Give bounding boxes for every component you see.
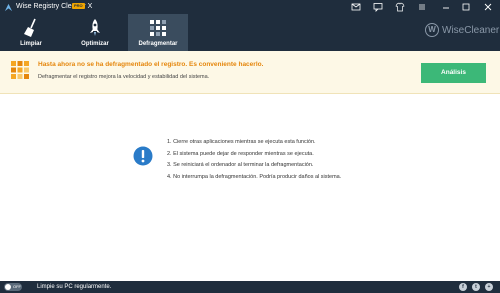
tab-limpiar-label: Limpiar [20, 41, 42, 47]
maximize-button[interactable] [460, 2, 472, 12]
google-plus-icon[interactable]: + [485, 283, 493, 291]
tab-limpiar[interactable]: Limpiar [0, 14, 62, 51]
app-logo-icon [4, 3, 13, 12]
minimize-button[interactable] [440, 2, 452, 12]
facebook-icon[interactable]: f [459, 283, 467, 291]
tab-defragmentar-label: Defragmentar [138, 41, 178, 47]
defrag-blocks-icon [11, 61, 29, 79]
wisecleaner-logo[interactable]: W WiseCleaner [425, 22, 499, 38]
feedback-icon [373, 3, 383, 12]
info-icon [133, 146, 153, 166]
tab-defragmentar[interactable]: Defragmentar [128, 14, 188, 51]
tab-optimizar[interactable]: Optimizar [62, 14, 128, 51]
tips-list: 1. Cierre otras aplicaciones mientras se… [167, 137, 341, 183]
skin-button[interactable] [394, 2, 406, 12]
notice-title: Hasta ahora no se ha defragmentado el re… [38, 61, 264, 68]
tip-item: 4. No interrumpa la defragmentación. Pod… [167, 173, 342, 180]
tab-optimizar-label: Optimizar [81, 41, 109, 47]
menu-icon [419, 4, 425, 10]
minimize-icon [443, 7, 449, 9]
tip-item: 2. El sistema puede dejar de responder m… [167, 150, 314, 157]
feedback-button[interactable] [372, 2, 384, 12]
status-bar: OFF Limpie su PC regularmente. f t + [0, 281, 500, 293]
close-button[interactable] [482, 2, 494, 12]
defrag-notice: Hasta ahora no se ha defragmentado el re… [0, 51, 500, 94]
rocket-icon [90, 19, 100, 36]
tip-item: 3. Se reiniciará el ordenador al termina… [167, 162, 314, 169]
status-message: Limpie su PC regularmente. [37, 284, 112, 290]
mail-button[interactable] [350, 2, 362, 12]
brand-name: WiseCleaner [442, 24, 500, 36]
analyze-button[interactable]: Análisis [421, 63, 486, 83]
notice-subtitle: Defragmentar el registro mejora la veloc… [38, 74, 210, 80]
close-icon [484, 3, 492, 11]
menu-button[interactable] [416, 2, 428, 12]
mail-icon [351, 3, 361, 11]
wisecleaner-mark: W [425, 23, 439, 37]
pro-badge: PRO [72, 3, 85, 9]
auto-clean-toggle[interactable]: OFF [4, 283, 22, 291]
toggle-knob [5, 284, 11, 290]
maximize-icon [462, 3, 470, 11]
tip-item: 1. Cierre otras aplicaciones mientras se… [167, 139, 316, 145]
app-header: Wise Registry Cleaner X PRO Limpiar Opti… [0, 0, 500, 51]
broom-icon [24, 18, 36, 37]
title-bar: Wise Registry Cleaner X PRO [0, 0, 500, 14]
defrag-blocks-icon [150, 20, 166, 36]
twitter-icon[interactable]: t [472, 283, 480, 291]
toggle-state: OFF [13, 284, 21, 289]
shirt-icon [395, 2, 405, 12]
